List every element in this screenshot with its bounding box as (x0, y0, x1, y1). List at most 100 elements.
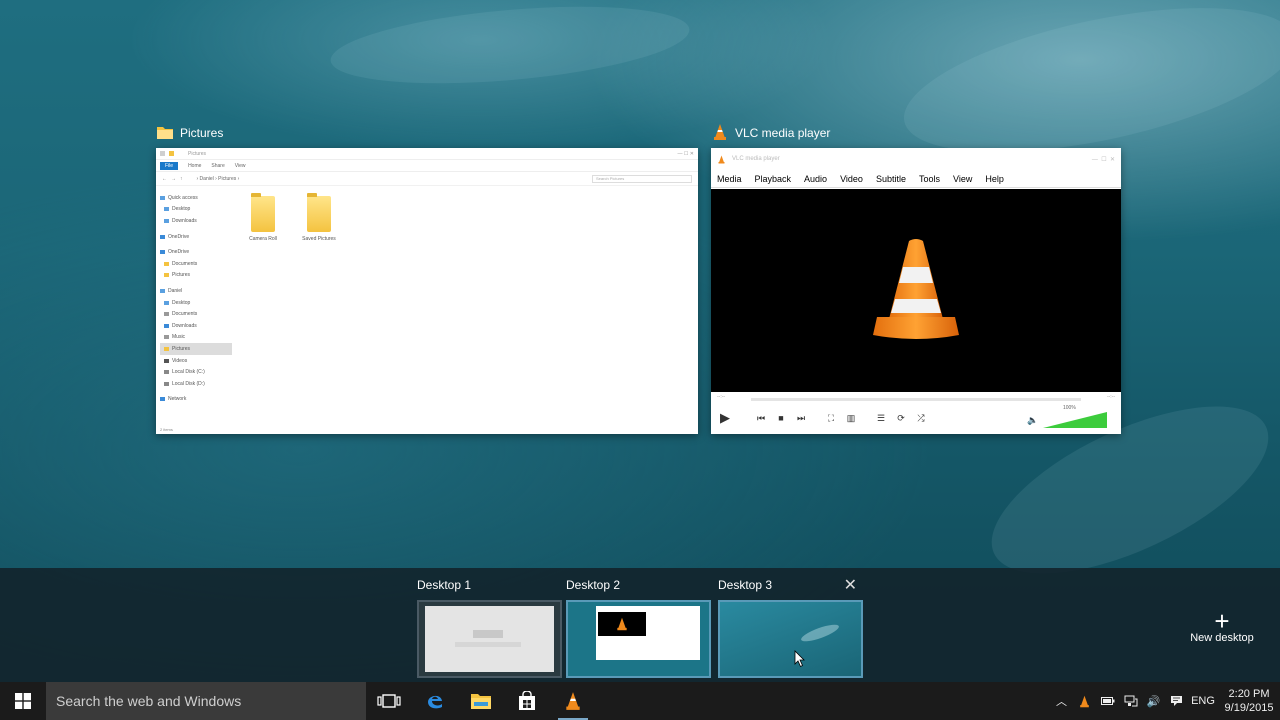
desktop-2[interactable]: Desktop 2 (566, 577, 711, 678)
action-center-icon[interactable] (1165, 682, 1188, 720)
folder-icon (156, 124, 174, 143)
nav-item[interactable]: Daniel (160, 285, 232, 297)
nav-item[interactable]: Network (160, 394, 232, 406)
volume-slider[interactable]: 🔈 100% (1027, 405, 1107, 428)
windows-logo-icon (15, 693, 31, 709)
ribbon-tab-home[interactable]: Home (188, 163, 201, 169)
folder-item[interactable]: Saved Pictures (302, 193, 336, 242)
playlist-icon[interactable]: ☰ (873, 411, 889, 425)
language-indicator[interactable]: ENG (1188, 695, 1218, 707)
folder-item[interactable]: Camera Roll (246, 193, 280, 242)
nav-item[interactable]: Music (160, 332, 232, 344)
vlc-tray-icon[interactable] (1073, 682, 1096, 720)
task-view-icon (377, 694, 401, 708)
nav-item[interactable]: Pictures (160, 270, 232, 282)
window-card-title: Pictures (180, 126, 224, 140)
desktop-thumbnail[interactable] (718, 600, 863, 678)
clock[interactable]: 2:20 PM 9/19/2015 (1218, 687, 1280, 715)
menu-view[interactable]: View (953, 174, 972, 184)
volume-percent: 100% (1063, 405, 1076, 411)
nav-item[interactable]: Videos (160, 355, 232, 367)
loop-icon[interactable]: ⟳ (893, 411, 909, 425)
show-hidden-icons-chevron-icon[interactable]: ︿ (1050, 682, 1073, 720)
desktop-3[interactable]: Desktop 3 ✕ (718, 577, 863, 678)
window-card-vlc[interactable]: VLC media player VLC media player — ☐ ✕ … (711, 122, 1121, 436)
wallpaper-preview (799, 621, 841, 645)
menu-subtitle[interactable]: Subtitle (876, 174, 906, 184)
mouse-pointer-icon (794, 650, 805, 668)
forward-arrow-icon[interactable]: → (171, 176, 176, 182)
vlc-cone-logo (873, 239, 959, 339)
app-icon (160, 151, 165, 156)
network-icon[interactable] (1119, 682, 1142, 720)
volume-icon[interactable]: 🔊 (1142, 682, 1165, 720)
taskbar-edge[interactable] (412, 682, 458, 720)
search-preview (455, 642, 521, 647)
browser-preview (425, 606, 554, 672)
nav-item[interactable]: Documents (160, 308, 232, 320)
explorer-search-input[interactable]: Search Pictures (592, 174, 692, 183)
explorer-thumbnail[interactable]: Pictures — ☐ ✕ File Home Share View ← → … (156, 148, 698, 434)
clock-date: 9/19/2015 (1224, 702, 1274, 714)
taskbar-file-explorer[interactable] (458, 682, 504, 720)
menu-playback[interactable]: Playback (755, 174, 792, 184)
play-icon[interactable]: ▶ (717, 410, 733, 425)
fullscreen-icon[interactable]: ⛶ (823, 411, 839, 425)
explorer-status-bar: 2 items (160, 427, 173, 432)
system-tray: ︿ 🔊 ENG 2:20 PM 9/19/2015 (1050, 682, 1280, 720)
wallpaper-wave (327, 0, 693, 96)
nav-item[interactable]: Local Disk (D:) (160, 378, 232, 390)
nav-item[interactable]: OneDrive (160, 231, 232, 243)
back-arrow-icon[interactable]: ← (162, 176, 167, 182)
desktop-thumbnail[interactable] (417, 600, 562, 678)
stop-icon[interactable]: ■ (773, 411, 789, 425)
ribbon-tab-share[interactable]: Share (211, 163, 224, 169)
shuffle-icon[interactable]: ⤮ (913, 411, 929, 425)
taskbar-store[interactable] (504, 682, 550, 720)
nav-item[interactable]: Pictures (160, 343, 232, 355)
ribbon-tab-view[interactable]: View (235, 163, 246, 169)
nav-item[interactable]: Desktop (160, 204, 232, 216)
desktop-thumbnail[interactable] (566, 600, 711, 678)
video-preview (598, 612, 646, 636)
desktop-label: Desktop 2 (566, 578, 621, 592)
nav-item[interactable]: Downloads (160, 320, 232, 332)
next-icon[interactable]: ⏭ (793, 411, 809, 425)
window-card-pictures[interactable]: Pictures Pictures — ☐ ✕ File Home Share … (156, 122, 698, 436)
nav-item[interactable]: Quick access (160, 192, 232, 204)
vlc-titlebar: VLC media player — ☐ ✕ (711, 148, 1121, 170)
vlc-cone-icon (718, 155, 725, 163)
ribbon-tab-file[interactable]: File (160, 161, 179, 170)
close-icon[interactable]: ✕ (844, 575, 857, 595)
desktop-1[interactable]: Desktop 1 (417, 577, 562, 678)
up-arrow-icon[interactable]: ↑ (180, 176, 183, 182)
plus-icon: + (1214, 606, 1230, 636)
menu-video[interactable]: Video (840, 174, 863, 184)
taskbar-search-input[interactable]: Search the web and Windows (46, 682, 366, 720)
vlc-video-area[interactable] (711, 189, 1121, 392)
nav-item[interactable]: Local Disk (C:) (160, 366, 232, 378)
explorer-content: Camera Roll Saved Pictures (246, 193, 336, 242)
window-controls: — ☐ ✕ (1091, 156, 1115, 163)
battery-icon[interactable] (1096, 682, 1119, 720)
breadcrumb[interactable]: › Daniel › Pictures › (197, 176, 240, 182)
task-view-button[interactable] (366, 682, 412, 720)
seek-bar[interactable] (751, 398, 1081, 401)
menu-help[interactable]: Help (985, 174, 1004, 184)
nav-item[interactable]: Downloads (160, 215, 232, 227)
file-explorer-icon (471, 694, 491, 709)
menu-media[interactable]: Media (717, 174, 742, 184)
nav-item[interactable]: Desktop (160, 297, 232, 309)
extended-settings-icon[interactable]: ▥ (843, 411, 859, 425)
previous-icon[interactable]: ⏮ (753, 411, 769, 425)
vlc-title: VLC media player (732, 156, 780, 162)
nav-item[interactable]: Documents (160, 258, 232, 270)
nav-item[interactable]: OneDrive (160, 246, 232, 258)
taskbar-vlc[interactable] (550, 682, 596, 720)
menu-tools[interactable]: Tools (919, 174, 940, 184)
menu-audio[interactable]: Audio (804, 174, 827, 184)
start-button[interactable] (0, 682, 46, 720)
new-desktop-button[interactable]: + New desktop (1180, 606, 1264, 644)
vlc-thumbnail[interactable]: VLC media player — ☐ ✕ Media Playback Au… (711, 148, 1121, 434)
folder-label: Camera Roll (249, 236, 277, 242)
